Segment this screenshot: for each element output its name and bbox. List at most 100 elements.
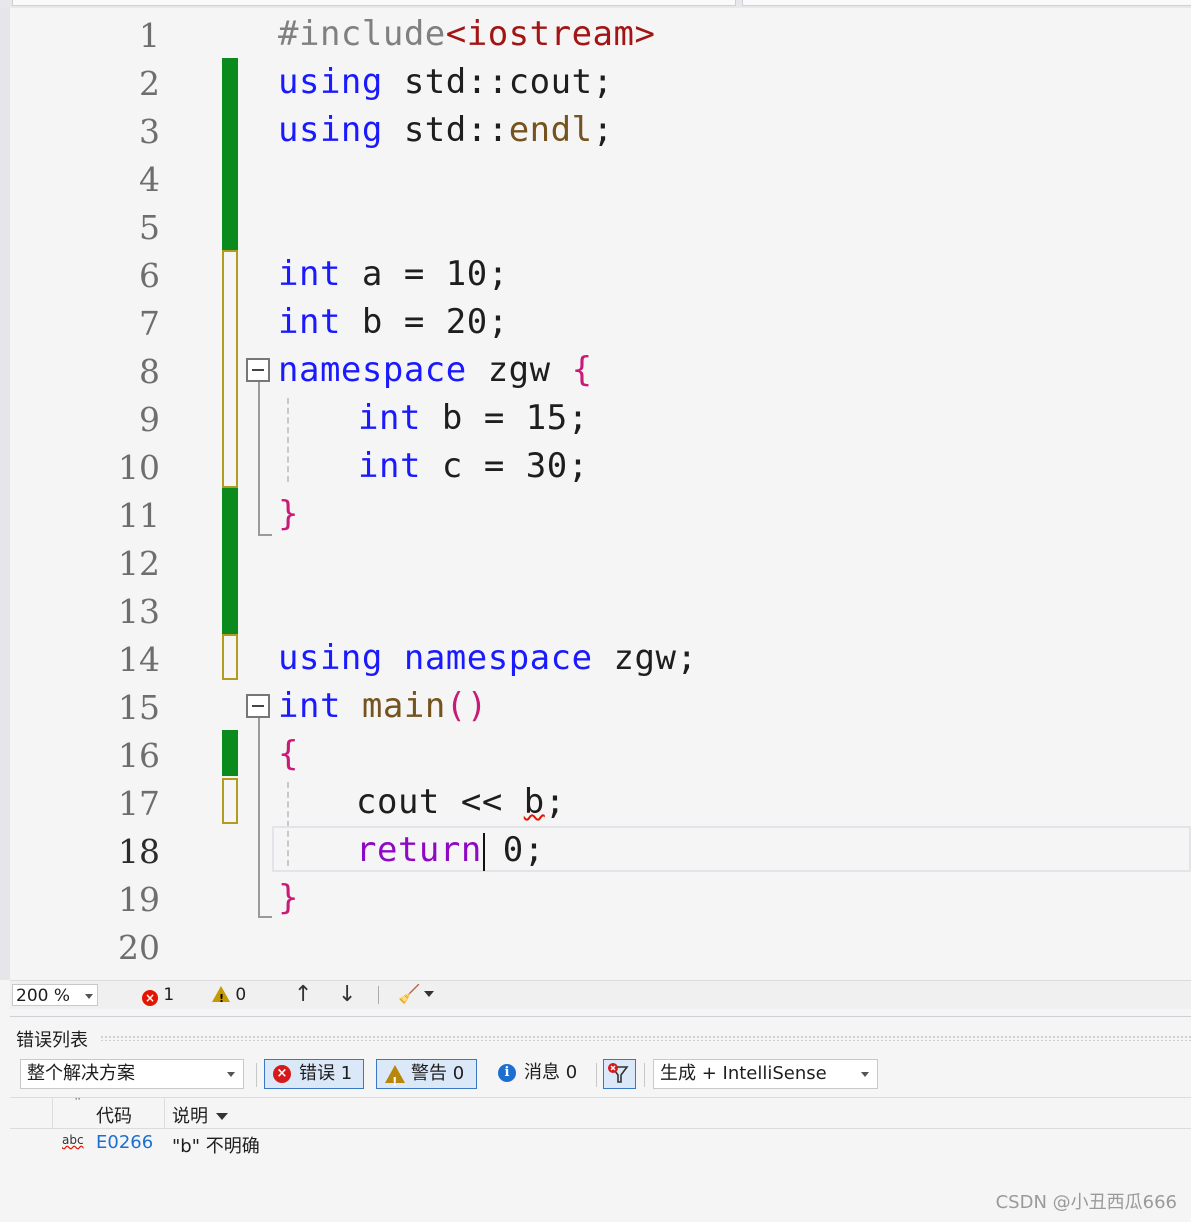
code-text: std:: bbox=[382, 110, 509, 150]
keyword: int bbox=[278, 302, 341, 342]
errors-filter-button[interactable]: × 错误 1 bbox=[264, 1059, 364, 1089]
spelling-error-icon: abc bbox=[62, 1133, 84, 1147]
code-cleanup-button[interactable]: 🧹 bbox=[398, 984, 435, 1006]
line-number: 17 bbox=[118, 784, 160, 823]
line-number: 8 bbox=[139, 352, 160, 391]
fold-region-line bbox=[258, 382, 260, 536]
error-list-panel: 错误列表 整个解决方案 × 错误 1 警告 0 i 消息 0 生成 + Intell… bbox=[10, 1016, 1191, 1222]
indent-guide bbox=[287, 398, 289, 482]
code-line-9[interactable]: int b = 15; bbox=[358, 394, 589, 442]
error-code-link[interactable]: E0266 bbox=[96, 1132, 153, 1153]
code-text: zgw; bbox=[592, 638, 698, 678]
scope-select[interactable]: 整个解决方案 bbox=[20, 1059, 244, 1089]
error-count: 1 bbox=[163, 985, 175, 1005]
zoom-value: 200 % bbox=[16, 986, 71, 1006]
previous-issue-arrow-icon[interactable]: ↑ bbox=[294, 982, 312, 1007]
panel-title: 错误列表 bbox=[16, 1030, 88, 1051]
current-line-number: 18 bbox=[118, 832, 160, 871]
zoom-select[interactable]: 200 % bbox=[12, 984, 98, 1006]
code-line-19[interactable]: } bbox=[278, 874, 299, 922]
scope-value: 整个解决方案 bbox=[27, 1063, 135, 1084]
keyword: int bbox=[358, 446, 421, 486]
line-number: 12 bbox=[118, 544, 160, 583]
line-number: 20 bbox=[118, 928, 160, 967]
keyword: using bbox=[278, 110, 383, 150]
editor-status-bar: 200 % × 1 0 ↑ ↓ 🧹 bbox=[10, 980, 1191, 1010]
error-icon: × bbox=[273, 1065, 291, 1083]
saved-change-marker bbox=[222, 488, 238, 634]
code-line-8[interactable]: namespace zgw { bbox=[278, 346, 593, 394]
filter-icon bbox=[608, 1063, 629, 1083]
brace: } bbox=[278, 494, 299, 534]
next-issue-arrow-icon[interactable]: ↓ bbox=[338, 982, 356, 1007]
column-header-description[interactable]: 说明 bbox=[172, 1102, 228, 1128]
column-header-code[interactable]: 代码 bbox=[96, 1102, 132, 1128]
filter-button[interactable] bbox=[603, 1059, 636, 1089]
keyword: namespace bbox=[403, 638, 593, 678]
saved-change-marker bbox=[222, 730, 238, 776]
include-header: <iostream> bbox=[445, 14, 656, 54]
warnings-label: 警告 0 bbox=[411, 1063, 465, 1084]
chevron-down-icon bbox=[216, 1113, 228, 1120]
code-line-3[interactable]: using std::endl; bbox=[278, 106, 614, 154]
code-line-1[interactable]: #include<iostream> bbox=[278, 10, 655, 58]
warning-count-indicator[interactable]: 0 bbox=[212, 984, 246, 1010]
chevron-down-icon bbox=[227, 1072, 235, 1077]
keyword: int bbox=[358, 398, 421, 438]
brace: { bbox=[278, 734, 299, 774]
code-line-7[interactable]: int b = 20; bbox=[278, 298, 509, 346]
fold-region-end bbox=[258, 534, 272, 536]
warning-icon bbox=[385, 1064, 405, 1096]
line-number: 14 bbox=[118, 640, 160, 679]
brush-icon: 🧹 bbox=[398, 984, 421, 1005]
code-line-6[interactable]: int a = 10; bbox=[278, 250, 509, 298]
document-tab[interactable] bbox=[12, 0, 736, 6]
error-count-indicator[interactable]: × 1 bbox=[142, 984, 174, 1006]
line-number: 13 bbox=[118, 592, 160, 631]
collapse-main-toggle[interactable] bbox=[246, 694, 270, 718]
error-row[interactable]: abc E0266 "b" 不明确 bbox=[10, 1129, 1191, 1159]
warnings-filter-button[interactable]: 警告 0 bbox=[376, 1059, 477, 1096]
chevron-down-icon bbox=[85, 994, 93, 999]
code-line-11[interactable]: } bbox=[278, 490, 299, 538]
line-number: 11 bbox=[118, 496, 160, 535]
unsaved-change-marker bbox=[222, 250, 238, 488]
column-divider bbox=[52, 1098, 53, 1128]
error-description: "b" 不明确 bbox=[172, 1136, 260, 1157]
code-line-14[interactable]: using namespace zgw; bbox=[278, 634, 697, 682]
navigation-bar[interactable] bbox=[742, 0, 1191, 6]
keyword: using bbox=[278, 638, 383, 678]
code-text: ; bbox=[544, 782, 566, 822]
line-number: 7 bbox=[139, 304, 160, 343]
keyword: namespace bbox=[278, 350, 467, 390]
line-number: 4 bbox=[139, 160, 160, 199]
code-line-2[interactable]: using std::cout; bbox=[278, 58, 614, 106]
unsaved-change-marker bbox=[222, 634, 238, 680]
keyword: int bbox=[278, 686, 341, 726]
divider bbox=[256, 1063, 257, 1087]
saved-change-marker bbox=[222, 58, 238, 250]
messages-label: 消息 0 bbox=[524, 1062, 578, 1083]
unsaved-change-marker bbox=[222, 778, 238, 824]
panel-drag-handle[interactable] bbox=[100, 1035, 1191, 1041]
code-text: b = 20; bbox=[340, 302, 509, 342]
errors-label: 错误 1 bbox=[299, 1063, 353, 1084]
column-header-label: 说明 bbox=[172, 1106, 208, 1127]
keyword: using bbox=[278, 62, 383, 102]
brace: { bbox=[571, 350, 593, 390]
ambiguous-symbol-error[interactable]: b bbox=[524, 782, 545, 822]
code-line-10[interactable]: int c = 30; bbox=[358, 442, 589, 490]
code-text: 0; bbox=[481, 830, 545, 870]
column-divider bbox=[164, 1098, 165, 1128]
code-text: c = 30; bbox=[420, 446, 589, 486]
code-text: ; bbox=[592, 110, 614, 150]
code-line-18[interactable]: return 0; bbox=[356, 826, 545, 874]
build-source-select[interactable]: 生成 + IntelliSense bbox=[653, 1059, 878, 1089]
messages-filter-button[interactable]: i 消息 0 bbox=[490, 1059, 590, 1089]
code-line-16[interactable]: { bbox=[278, 730, 299, 778]
code-text: b = 15; bbox=[420, 398, 589, 438]
code-line-17[interactable]: cout << b; bbox=[356, 778, 566, 826]
collapse-namespace-toggle[interactable] bbox=[246, 358, 270, 382]
code-text: a = 10; bbox=[340, 254, 509, 294]
code-line-15[interactable]: int main() bbox=[278, 682, 488, 730]
